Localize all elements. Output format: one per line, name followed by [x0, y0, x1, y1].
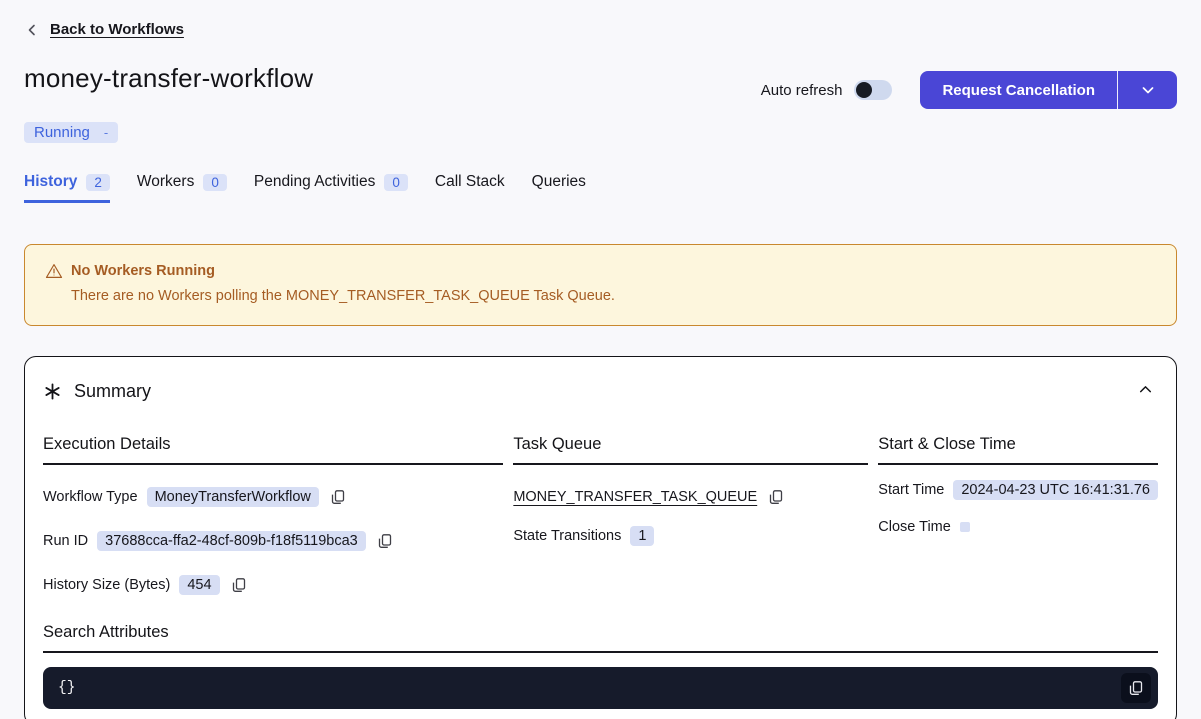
chevron-down-icon	[1140, 82, 1156, 98]
back-row: Back to Workflows	[24, 0, 1177, 38]
tab-queries-label: Queries	[532, 173, 586, 191]
copy-icon	[1128, 680, 1144, 696]
tab-queries[interactable]: Queries	[532, 173, 586, 203]
back-to-workflows-link[interactable]: Back to Workflows	[24, 21, 184, 38]
asterisk-icon	[43, 382, 62, 401]
no-workers-alert: No Workers Running There are no Workers …	[24, 244, 1177, 326]
history-size-label: History Size (Bytes)	[43, 577, 170, 593]
status-dash: -	[104, 125, 108, 140]
request-cancellation-split-button: Request Cancellation	[920, 71, 1177, 109]
copy-icon	[768, 489, 784, 505]
search-attributes-heading: Search Attributes	[43, 623, 1158, 653]
search-attributes-code: {}	[58, 680, 75, 696]
tab-call-stack[interactable]: Call Stack	[435, 173, 505, 203]
close-time-label: Close Time	[878, 519, 951, 535]
status-row: Running -	[24, 122, 1177, 143]
copy-icon	[330, 489, 346, 505]
state-transitions-value: 1	[630, 526, 654, 546]
chevron-up-icon	[1137, 381, 1154, 398]
tab-workers-label: Workers	[137, 173, 194, 191]
workflow-type-row: Workflow Type MoneyTransferWorkflow	[43, 485, 503, 509]
history-size-row: History Size (Bytes) 454	[43, 573, 503, 597]
cancellation-dropdown-button[interactable]	[1117, 71, 1177, 109]
execution-details-heading: Execution Details	[43, 435, 503, 465]
alert-message: There are no Workers polling the MONEY_T…	[71, 288, 1156, 304]
workflow-type-value: MoneyTransferWorkflow	[147, 487, 319, 507]
state-transitions-row: State Transitions 1	[513, 524, 868, 548]
summary-header: Summary	[43, 377, 1158, 405]
run-id-label: Run ID	[43, 533, 88, 549]
status-badge: Running -	[24, 122, 118, 143]
task-queue-section: Task Queue MONEY_TRANSFER_TASK_QUEUE Sta…	[513, 435, 868, 597]
tab-history-count: 2	[86, 174, 110, 191]
start-time-label: Start Time	[878, 482, 944, 498]
start-time-row: Start Time 2024-04-23 UTC 16:41:31.76	[878, 478, 1158, 502]
tab-pending-activities-label: Pending Activities	[254, 173, 376, 191]
run-id-value: 37688cca-ffa2-48cf-809b-f18f5119bca3	[97, 531, 366, 551]
warning-icon	[45, 262, 63, 280]
alert-title: No Workers Running	[71, 263, 215, 279]
start-time-value: 2024-04-23 UTC 16:41:31.76	[953, 480, 1158, 500]
toggle-knob	[856, 82, 872, 98]
start-close-time-heading: Start & Close Time	[878, 435, 1158, 465]
state-transitions-label: State Transitions	[513, 528, 621, 544]
alert-title-row: No Workers Running	[45, 262, 1156, 280]
copy-task-queue-button[interactable]	[766, 487, 786, 507]
summary-card: Summary Execution Details Workflow Type …	[24, 356, 1177, 719]
page-title: money-transfer-workflow	[24, 63, 313, 94]
copy-workflow-type-button[interactable]	[328, 487, 348, 507]
request-cancellation-button[interactable]: Request Cancellation	[920, 71, 1117, 109]
task-queue-heading: Task Queue	[513, 435, 868, 465]
start-close-time-section: Start & Close Time Start Time 2024-04-23…	[878, 435, 1158, 597]
search-attributes-code-block: {}	[43, 667, 1158, 709]
header-controls: Auto refresh Request Cancellation	[761, 71, 1177, 109]
tab-pending-activities[interactable]: Pending Activities 0	[254, 173, 408, 203]
task-queue-row: MONEY_TRANSFER_TASK_QUEUE	[513, 485, 868, 509]
close-time-row: Close Time	[878, 515, 1158, 539]
close-time-empty-value	[960, 522, 970, 532]
tab-workers[interactable]: Workers 0	[137, 173, 227, 203]
tab-call-stack-label: Call Stack	[435, 173, 505, 191]
workflow-detail-page: Back to Workflows money-transfer-workflo…	[0, 0, 1201, 719]
tab-pending-activities-count: 0	[384, 174, 408, 191]
summary-columns: Execution Details Workflow Type MoneyTra…	[43, 435, 1158, 597]
tab-bar: History 2 Workers 0 Pending Activities 0…	[24, 173, 1177, 203]
workflow-type-label: Workflow Type	[43, 489, 138, 505]
copy-search-attributes-button[interactable]	[1121, 673, 1151, 703]
status-label: Running	[34, 124, 90, 141]
tab-history[interactable]: History 2	[24, 173, 110, 203]
collapse-summary-button[interactable]	[1133, 377, 1158, 405]
execution-details-section: Execution Details Workflow Type MoneyTra…	[43, 435, 503, 597]
copy-icon	[231, 577, 247, 593]
auto-refresh-label: Auto refresh	[761, 82, 843, 99]
auto-refresh-toggle[interactable]	[854, 80, 892, 100]
header: money-transfer-workflow Auto refresh Req…	[24, 63, 1177, 109]
run-id-row: Run ID 37688cca-ffa2-48cf-809b-f18f5119b…	[43, 529, 503, 553]
copy-run-id-button[interactable]	[375, 531, 395, 551]
tab-workers-count: 0	[203, 174, 227, 191]
back-link-label: Back to Workflows	[50, 21, 184, 38]
history-size-value: 454	[179, 575, 219, 595]
copy-history-size-button[interactable]	[229, 575, 249, 595]
summary-title: Summary	[74, 381, 151, 402]
tab-history-label: History	[24, 173, 77, 191]
copy-icon	[377, 533, 393, 549]
chevron-left-icon	[24, 22, 40, 38]
task-queue-link[interactable]: MONEY_TRANSFER_TASK_QUEUE	[513, 489, 757, 505]
